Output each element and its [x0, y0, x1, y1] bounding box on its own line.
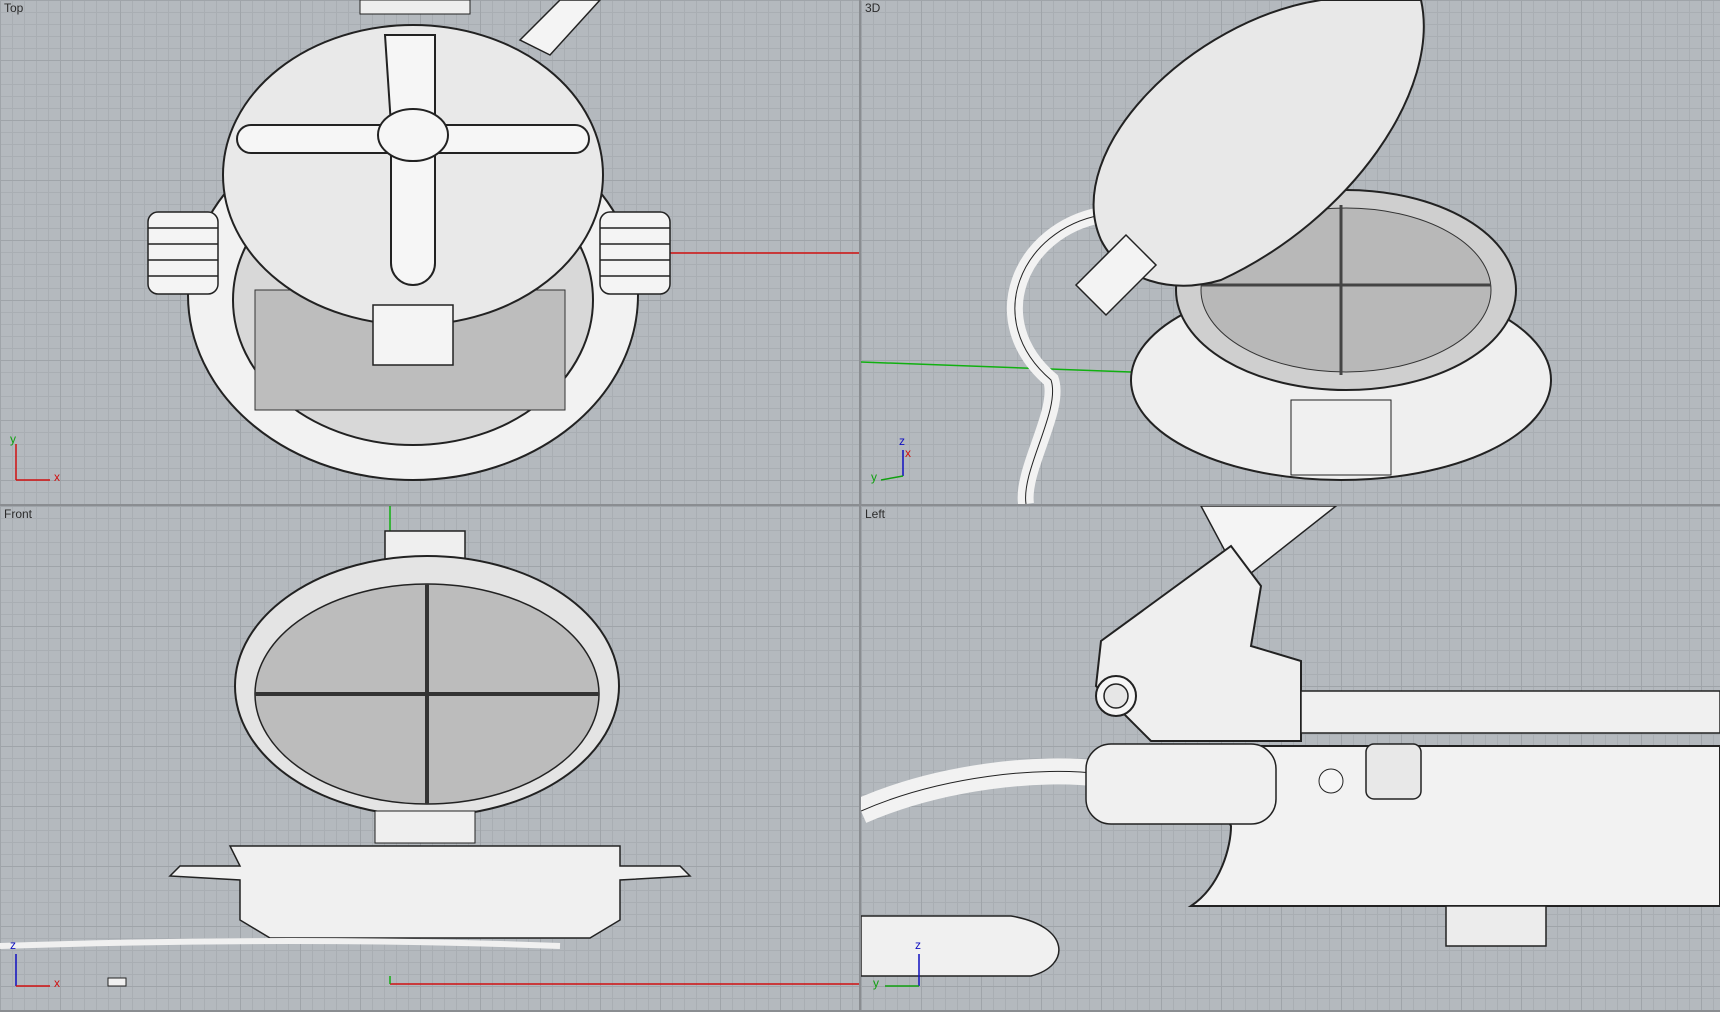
- axis-indicator: z x: [10, 938, 70, 992]
- top-view-model: [147, 0, 859, 481]
- axis-label-vertical: z: [10, 938, 16, 952]
- viewport-layout: Top y x 3D z y x Front z x Left z y: [0, 0, 1720, 1012]
- axis-indicator: z y x: [871, 434, 931, 486]
- axis-indicator: z y: [871, 938, 931, 992]
- axis-label-horizontal: x: [54, 976, 60, 990]
- axis-label-x: x: [905, 446, 911, 460]
- viewport-left[interactable]: Left z y: [861, 506, 1720, 1010]
- axis-label-vertical: y: [10, 432, 16, 446]
- front-view-model: [0, 506, 859, 987]
- axis-indicator: y x: [10, 432, 70, 486]
- axis-label-y: y: [871, 470, 877, 484]
- perspective-view-model: [861, 0, 1552, 504]
- axis-label-vertical: z: [915, 938, 921, 952]
- viewport-top[interactable]: Top y x: [0, 0, 859, 504]
- left-view-model: [861, 506, 1720, 977]
- axis-label-horizontal: y: [873, 976, 879, 990]
- viewport-front[interactable]: Front z x: [0, 506, 859, 1010]
- axis-label-horizontal: x: [54, 470, 60, 484]
- viewport-3d[interactable]: 3D z y x: [861, 0, 1720, 504]
